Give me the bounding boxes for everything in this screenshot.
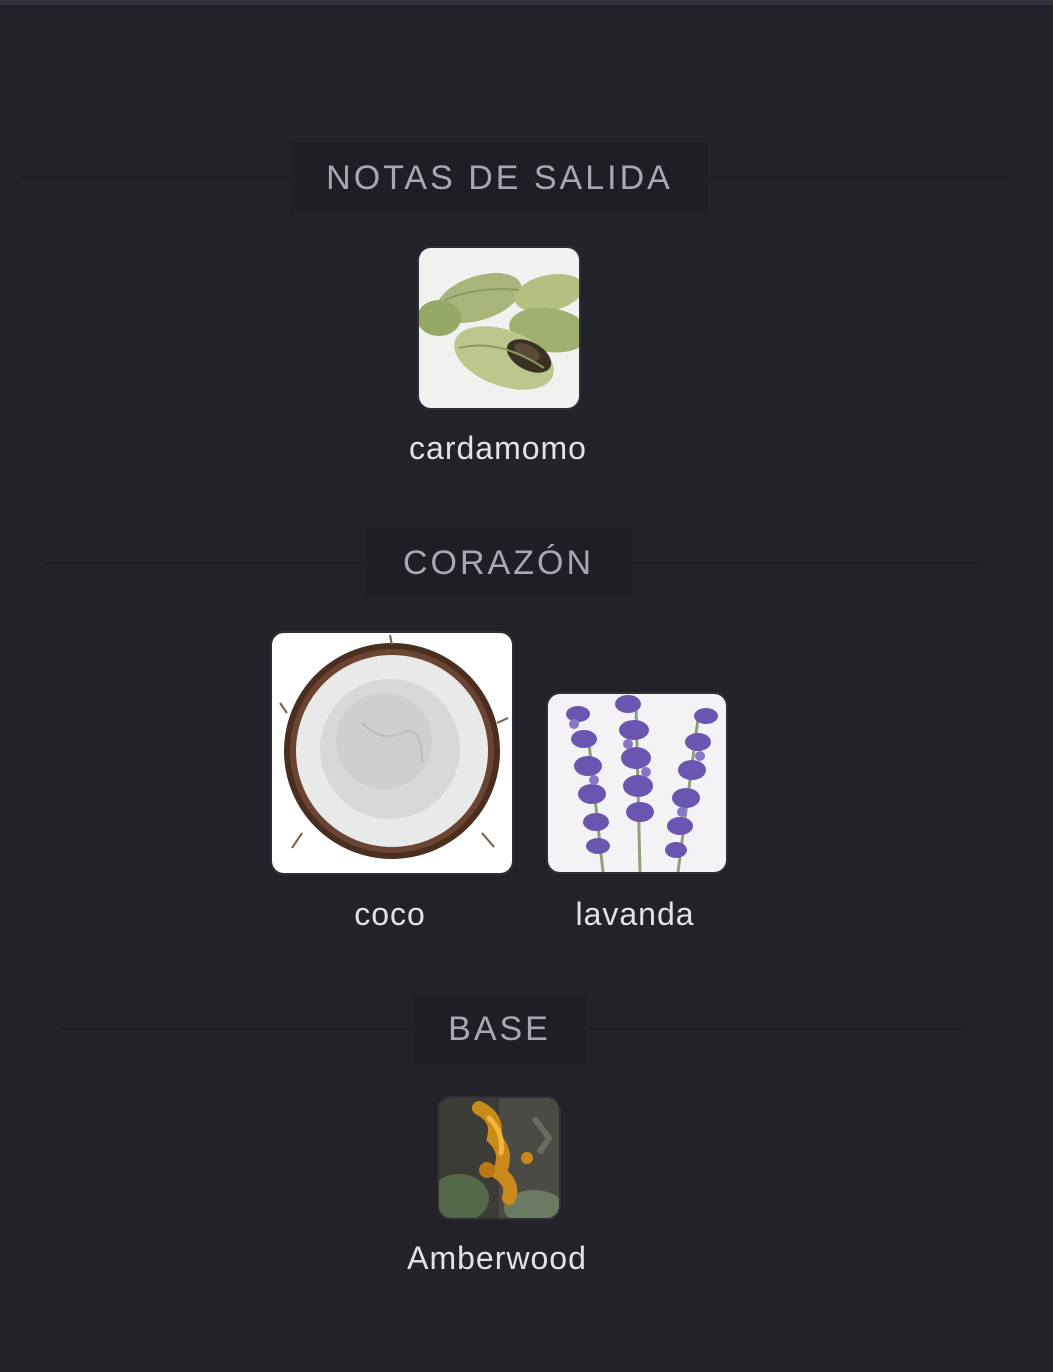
note-name: lavanda [575,896,695,932]
section-header-top-notes: NOTAS DE SALIDA [0,143,1053,213]
coconut-image [270,631,514,875]
header-line-right [708,177,1008,179]
header-line-left [60,1028,413,1030]
cardamom-image [417,246,581,410]
header-line-right [632,562,982,564]
note-name: cardamomo [409,430,587,466]
header-line-left [20,177,292,179]
section-title: NOTAS DE SALIDA [291,143,708,213]
note-name: coco [354,896,426,932]
section-header-base-notes: BASE [0,994,1053,1064]
section-header-heart-notes: CORAZÓN [0,528,1053,598]
header-line-left [45,562,365,564]
header-line-right [586,1028,966,1030]
notes-page: NOTAS DE SALIDA cardamomo CORAZÓN coco l… [0,0,1053,1372]
section-title: BASE [413,994,586,1064]
top-divider [0,0,1053,5]
lavender-image [546,692,728,874]
amberwood-resin-image [437,1096,561,1220]
note-name: Amberwood [407,1240,587,1276]
section-title: CORAZÓN [365,528,632,598]
